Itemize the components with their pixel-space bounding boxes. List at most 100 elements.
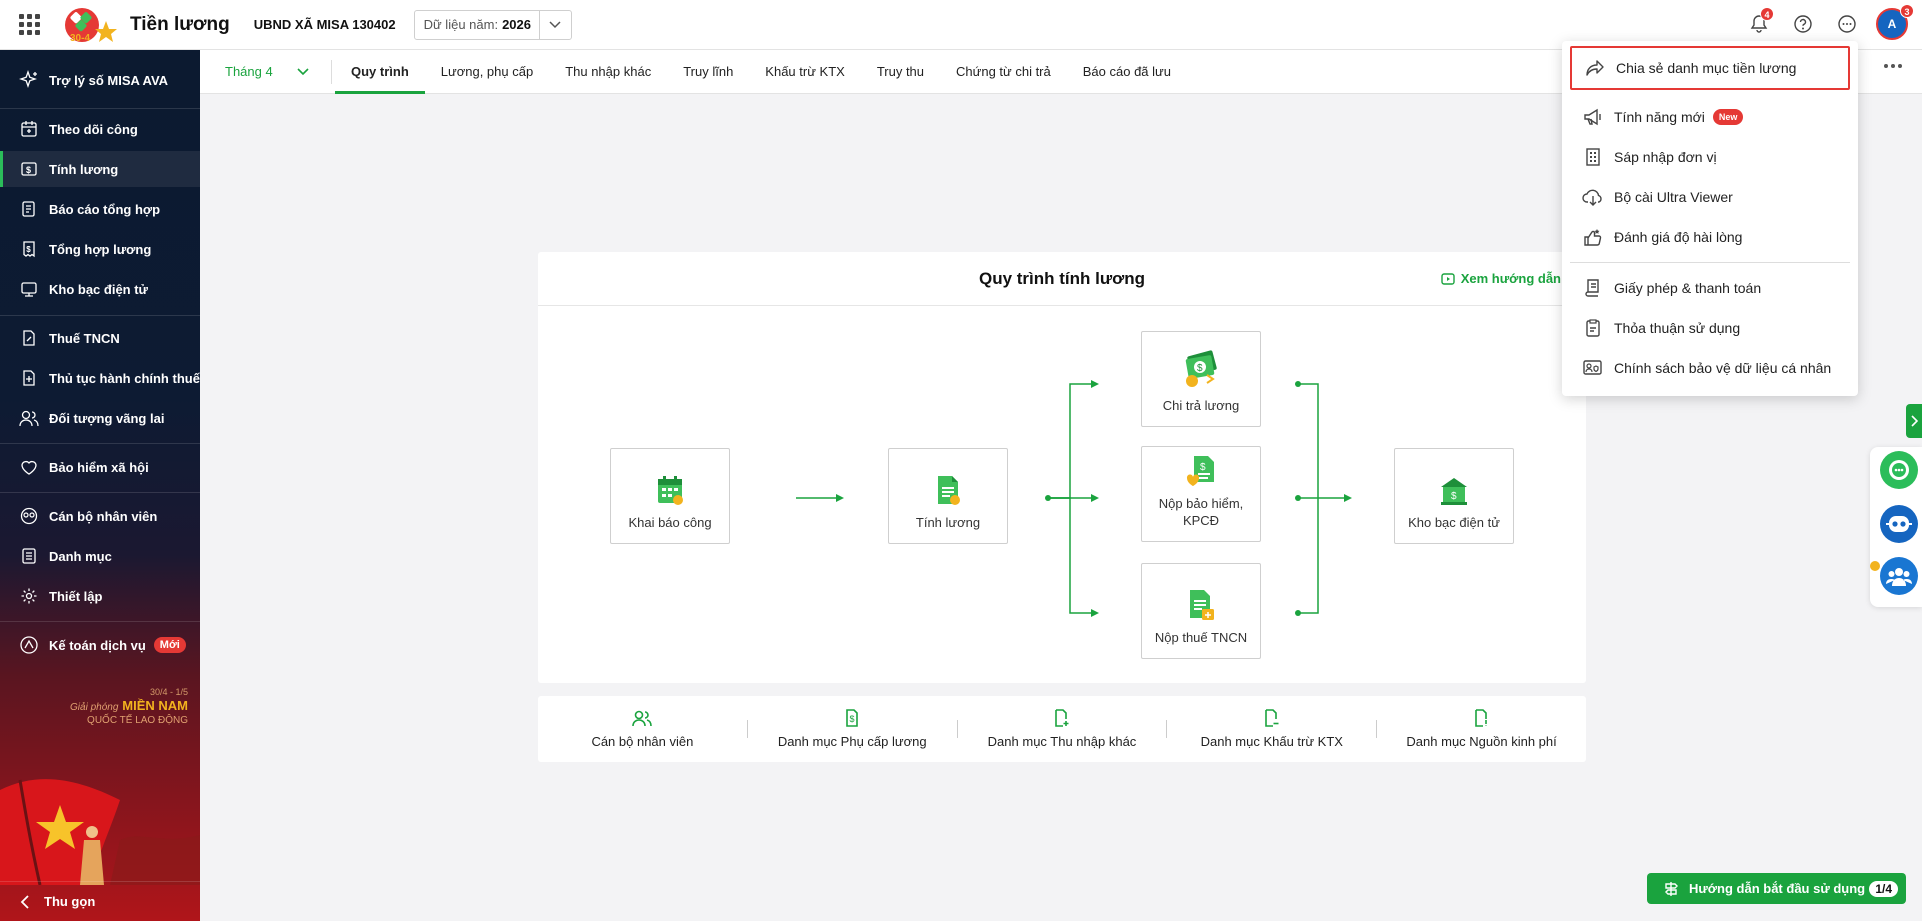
sidebar-item-treasury[interactable]: Kho bạc điện tử <box>0 271 200 307</box>
expand-panel-button[interactable] <box>1906 404 1922 438</box>
sidebar-item-settings[interactable]: Thiết lập <box>0 578 200 614</box>
sidebar-item-staff[interactable]: Cán bộ nhân viên <box>0 498 200 534</box>
menu-item-new-features[interactable]: Tính năng mới New <box>1570 97 1850 137</box>
shortcut-other-income[interactable]: Danh mục Thu nhập khác <box>958 696 1167 762</box>
shortcut-allowance[interactable]: $ Danh mục Phụ cấp lương <box>748 696 957 762</box>
agreement-icon <box>1582 317 1604 339</box>
sidebar-item-assistant[interactable]: Trợ lý số MISA AVA <box>0 62 200 98</box>
month-select[interactable]: Tháng 4 <box>200 64 325 79</box>
avatar-badge: 3 <box>1900 4 1914 18</box>
menu-item-label: Thỏa thuận sử dụng <box>1614 320 1741 336</box>
sidebar-item-salary[interactable]: $ Tính lương <box>0 151 200 187</box>
menu-item-merge-units[interactable]: Sáp nhập đơn vị <box>1570 137 1850 177</box>
node-e-treasury[interactable]: $ Kho bạc điện tử <box>1394 448 1514 544</box>
sidebar-item-tax-procedure[interactable]: Thủ tục hành chính thuế <box>0 360 200 396</box>
tab-recovery[interactable]: Truy thu <box>861 50 940 94</box>
bank-icon: $ <box>1439 476 1469 506</box>
app-launcher-icon[interactable] <box>16 12 42 38</box>
sidebar-item-accounting-service[interactable]: Kế toán dịch vụ Mới <box>0 627 200 663</box>
tab-other-income[interactable]: Thu nhập khác <box>549 50 667 94</box>
collapse-button[interactable]: Thu gọn <box>0 881 200 921</box>
node-label: Kho bạc điện tử <box>1408 515 1500 530</box>
license-icon <box>1582 277 1604 299</box>
shortcut-label: Danh mục Khấu trừ KTX <box>1200 734 1343 749</box>
svg-text:$: $ <box>1197 363 1203 374</box>
menu-item-terms-of-use[interactable]: Thỏa thuận sử dụng <box>1570 308 1850 348</box>
salary-icon: $ <box>18 158 40 180</box>
more-menu: Chia sẻ danh mục tiền lương Tính năng mớ… <box>1562 41 1858 396</box>
year-label: Dữ liệu năm: <box>423 17 499 32</box>
catalog-shortcuts: Cán bộ nhân viên $ Danh mục Phụ cấp lươn… <box>538 696 1586 762</box>
community-icon[interactable] <box>1880 557 1918 595</box>
menu-item-share-salary-catalog[interactable]: Chia sẻ danh mục tiền lương <box>1570 46 1850 90</box>
view-guide-link[interactable]: Xem hướng dẫn <box>1441 252 1561 306</box>
shortcut-funding-source[interactable]: Danh mục Nguồn kinh phí <box>1377 696 1586 762</box>
sidebar-item-label: Đối tượng vãng lai <box>49 410 165 426</box>
avatar[interactable]: A 3 <box>1876 4 1914 40</box>
node-insurance[interactable]: $ Nộp bảo hiểm, KPCĐ <box>1141 446 1261 542</box>
node-salary-calc[interactable]: Tính lương <box>888 448 1008 544</box>
treasury-icon <box>18 278 40 300</box>
menu-item-privacy-policy[interactable]: Chính sách bảo vệ dữ liệu cá nhân <box>1570 348 1850 388</box>
sparkle-icon <box>18 69 40 91</box>
onboarding-guide-button[interactable]: Hướng dẫn bắt đầu sử dụng 1/4 <box>1647 873 1906 904</box>
sidebar-item-label: Thiết lập <box>49 588 103 604</box>
sidebar-item-insurance[interactable]: Bảo hiểm xã hội <box>0 449 200 485</box>
tab-back-pay[interactable]: Truy lĩnh <box>667 50 749 94</box>
node-income-tax[interactable]: Nộp thuế TNCN <box>1141 563 1261 659</box>
ai-assistant-icon[interactable] <box>1880 505 1918 543</box>
sidebar-item-report[interactable]: Báo cáo tổng hợp <box>0 191 200 227</box>
more-options-icon[interactable] <box>1884 64 1902 68</box>
svg-text:$: $ <box>1200 462 1206 473</box>
tab-payment-vouchers[interactable]: Chứng từ chi trả <box>940 50 1067 94</box>
tab-process[interactable]: Quy trình <box>335 50 425 94</box>
more-apps-button[interactable] <box>1832 9 1862 39</box>
collapse-label: Thu gọn <box>44 894 96 909</box>
promo-subtext: QUỐC TẾ LAO ĐỘNG <box>87 715 188 726</box>
sidebar-item-visitor[interactable]: Đối tượng vãng lai <box>0 400 200 436</box>
shortcut-staff[interactable]: Cán bộ nhân viên <box>538 696 747 762</box>
onboarding-label: Hướng dẫn bắt đầu sử dụng <box>1689 881 1866 896</box>
sidebar-item-label: Thủ tục hành chính thuế <box>49 370 200 386</box>
signpost-icon <box>1663 881 1679 897</box>
svg-text:$: $ <box>26 245 31 254</box>
sidebar-item-attendance[interactable]: Theo dõi công <box>0 111 200 147</box>
logo-text: 30-4 <box>70 33 90 44</box>
menu-item-satisfaction-rating[interactable]: Đánh giá độ hài lòng <box>1570 217 1850 257</box>
chevron-down-icon[interactable] <box>538 10 571 39</box>
sidebar-item-catalog[interactable]: Danh mục <box>0 538 200 574</box>
tab-saved-reports[interactable]: Báo cáo đã lưu <box>1067 50 1187 94</box>
month-value: Tháng 4 <box>225 64 273 79</box>
money-icon: $ <box>1181 349 1221 389</box>
building-icon <box>1582 146 1604 168</box>
sidebar-item-tax[interactable]: Thuế TNCN <box>0 320 200 356</box>
sidebar-item-salary-summary[interactable]: $ Tổng hợp lương <box>0 231 200 267</box>
year-select[interactable]: Dữ liệu năm: 2026 <box>413 9 572 40</box>
salary-doc-icon <box>934 474 962 506</box>
megaphone-icon <box>1582 106 1604 128</box>
shortcut-dorm-deduction[interactable]: Danh mục Khấu trừ KTX <box>1167 696 1376 762</box>
shortcut-label: Danh mục Nguồn kinh phí <box>1406 734 1557 749</box>
sidebar: Trợ lý số MISA AVA Theo dõi công $ Tính … <box>0 50 200 921</box>
svg-text:$: $ <box>1451 491 1457 502</box>
chevron-down-icon <box>297 67 309 76</box>
community-dot <box>1870 561 1880 571</box>
help-button[interactable] <box>1788 9 1818 39</box>
menu-item-license-payment[interactable]: Giấy phép & thanh toán <box>1570 268 1850 308</box>
app-logo[interactable]: 30-4 <box>56 5 118 45</box>
notification-button[interactable]: 4 <box>1744 7 1774 39</box>
chat-support-icon[interactable] <box>1880 451 1918 489</box>
tab-salary-allowance[interactable]: Lương, phụ cấp <box>425 50 549 94</box>
sidebar-item-label: Cán bộ nhân viên <box>49 508 158 524</box>
onboarding-progress: 1/4 <box>1869 880 1898 897</box>
sidebar-item-label: Thuế TNCN <box>49 330 120 346</box>
menu-item-label: Chính sách bảo vệ dữ liệu cá nhân <box>1614 360 1832 376</box>
shortcut-label: Danh mục Thu nhập khác <box>987 734 1137 749</box>
shortcut-label: Danh mục Phụ cấp lương <box>777 734 927 749</box>
privacy-icon <box>1582 357 1604 379</box>
node-attendance[interactable]: Khai báo công <box>610 448 730 544</box>
tab-dorm-deduction[interactable]: Khấu trừ KTX <box>749 50 861 94</box>
flag-illustration <box>0 779 200 885</box>
node-salary-payment[interactable]: $ Chi trả lương <box>1141 331 1261 427</box>
menu-item-ultraviewer[interactable]: Bộ cài Ultra Viewer <box>1570 177 1850 217</box>
